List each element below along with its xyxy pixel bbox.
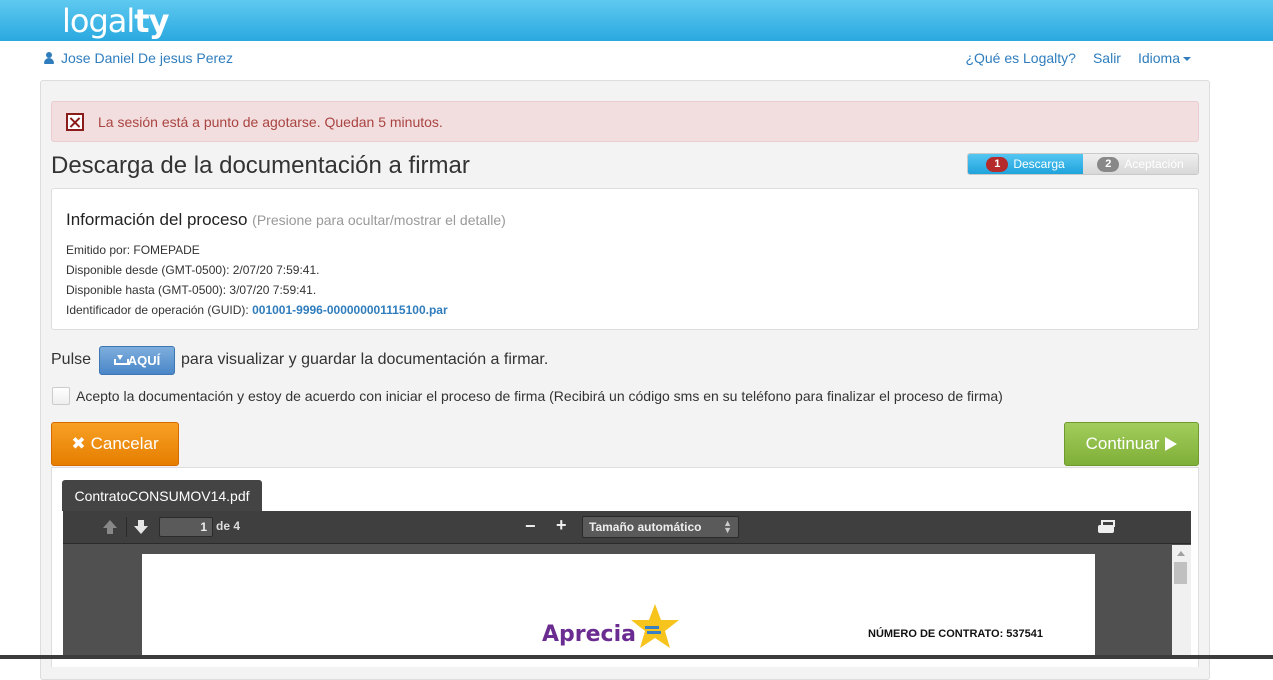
pdf-toolbar: 1 de 4 − + Tamaño automático ▲ ▼ bbox=[63, 511, 1191, 544]
guid-link[interactable]: 001001-9996-000000001115100.par bbox=[252, 303, 448, 317]
download-icon bbox=[113, 355, 129, 365]
pdf-brand-logo: Aprecia bbox=[542, 622, 636, 647]
user-name: Jose Daniel De jesus Perez bbox=[61, 50, 233, 66]
document-tab[interactable]: ContratoCONSUMOV14.pdf bbox=[62, 480, 262, 511]
logo-text-light: logal bbox=[62, 2, 135, 40]
zoom-select[interactable]: Tamaño automático ▲ ▼ bbox=[582, 516, 739, 538]
step-label: Aceptación bbox=[1124, 157, 1184, 171]
download-button-label: AQUÍ bbox=[127, 352, 161, 368]
contract-number: NÚMERO DE CONTRATO: 537541 bbox=[868, 628, 1044, 640]
available-from: Disponible desde (GMT-0500): 2/07/20 7:5… bbox=[66, 263, 320, 277]
step-indicator: 1 Descarga 2 Aceptación bbox=[967, 153, 1199, 175]
step-number: 2 bbox=[1097, 156, 1120, 172]
cancel-button[interactable]: ✖ Cancelar bbox=[51, 422, 179, 466]
cancel-label: Cancelar bbox=[90, 434, 159, 453]
pdf-scrollbar[interactable] bbox=[1172, 545, 1191, 659]
scrollbar-thumb[interactable] bbox=[1174, 562, 1187, 584]
accept-checkbox[interactable] bbox=[52, 387, 70, 405]
page-number-input[interactable]: 1 bbox=[159, 517, 213, 537]
close-box-icon bbox=[66, 112, 84, 131]
download-here-button[interactable]: AQUÍ bbox=[99, 345, 176, 375]
process-info-toggle[interactable]: Información del proceso (Presione para o… bbox=[66, 210, 506, 230]
accept-row: Acepto la documentación y estoy de acuer… bbox=[52, 387, 1003, 405]
step-acceptance: 2 Aceptación bbox=[1083, 154, 1198, 174]
emitted-by: Emitido por: FOMEPADE bbox=[66, 243, 200, 257]
user-bar: Jose Daniel De jesus Perez ¿Qué es Logal… bbox=[0, 41, 1273, 75]
step-number: 1 bbox=[986, 156, 1009, 172]
top-header: logalty bbox=[0, 0, 1273, 41]
exit-link[interactable]: Salir bbox=[1093, 50, 1121, 66]
top-links: ¿Qué es Logalty? Salir Idioma bbox=[965, 50, 1191, 66]
zoom-in-button[interactable]: + bbox=[556, 515, 567, 536]
guid-line: Identificador de operación (GUID): 00100… bbox=[66, 300, 448, 320]
star-logo-icon bbox=[631, 604, 679, 648]
toolbar-divider bbox=[126, 517, 127, 537]
page-count: de 4 bbox=[216, 519, 241, 533]
available-until: Disponible hasta (GMT-0500): 3/07/20 7:5… bbox=[66, 283, 317, 297]
user-info: Jose Daniel De jesus Perez bbox=[43, 50, 233, 66]
download-row: Pulse AQUÍ para visualizar y guardar la … bbox=[51, 345, 548, 375]
guid-label: Identificador de operación (GUID): bbox=[66, 303, 249, 317]
language-label: Idioma bbox=[1137, 50, 1180, 66]
what-is-logalty-link[interactable]: ¿Qué es Logalty? bbox=[965, 50, 1076, 66]
page-title: Descarga de la documentación a firmar bbox=[51, 152, 470, 179]
scroll-up-icon[interactable] bbox=[1177, 551, 1185, 556]
process-info-title: Información del proceso bbox=[66, 210, 248, 229]
user-icon bbox=[43, 51, 55, 65]
language-dropdown[interactable]: Idioma bbox=[1138, 50, 1191, 66]
select-arrows-icon: ▲ ▼ bbox=[723, 518, 732, 535]
continue-button[interactable]: Continuar bbox=[1064, 422, 1199, 466]
close-x-icon: ✖ bbox=[71, 434, 86, 453]
download-suffix: para visualizar y guardar la documentaci… bbox=[181, 351, 549, 368]
session-alert: La sesión está a punto de agotarse. Qued… bbox=[51, 101, 1199, 142]
step-label: Descarga bbox=[1013, 157, 1065, 171]
continue-label: Continuar bbox=[1085, 434, 1160, 453]
bottom-bar bbox=[0, 655, 1273, 659]
process-info-hint: (Presione para ocultar/mostrar el detall… bbox=[252, 212, 506, 228]
alert-text: La sesión está a punto de agotarse. Qued… bbox=[98, 113, 443, 130]
process-info-details: Emitido por: FOMEPADE Disponible desde (… bbox=[66, 240, 448, 320]
zoom-value: Tamaño automático bbox=[589, 520, 702, 534]
step-download: 1 Descarga bbox=[968, 154, 1083, 174]
next-page-icon[interactable] bbox=[134, 520, 148, 534]
logalty-logo[interactable]: logalty bbox=[62, 2, 169, 40]
accept-label: Acepto la documentación y estoy de acuer… bbox=[76, 388, 1003, 404]
download-prefix: Pulse bbox=[51, 351, 92, 368]
zoom-out-button[interactable]: − bbox=[525, 516, 536, 537]
pdf-viewer: 1 de 4 − + Tamaño automático ▲ ▼ Aprecia … bbox=[63, 511, 1191, 664]
print-icon[interactable] bbox=[1098, 520, 1115, 534]
play-icon bbox=[1165, 437, 1178, 451]
logo-text-bold: ty bbox=[134, 2, 169, 40]
previous-page-icon[interactable] bbox=[103, 520, 117, 534]
pdf-page: Aprecia NÚMERO DE CONTRATO: 537541 bbox=[142, 554, 1095, 664]
caret-down-icon bbox=[1183, 57, 1191, 62]
process-info-box: Información del proceso (Presione para o… bbox=[51, 188, 1199, 330]
